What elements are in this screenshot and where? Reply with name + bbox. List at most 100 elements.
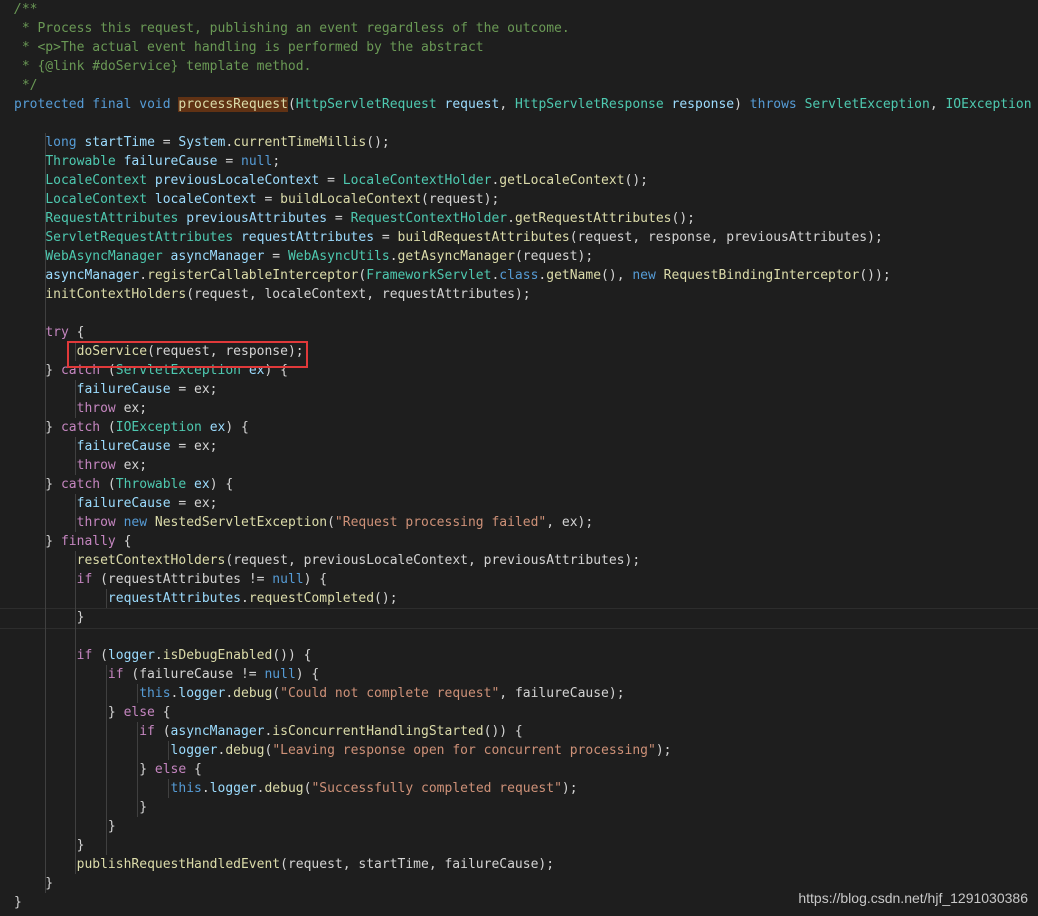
code-token: (request, response, previousAttributes); [569, 230, 883, 245]
code-line[interactable]: } [14, 874, 53, 893]
code-line[interactable]: if (requestAttributes != null) { [14, 570, 327, 589]
code-token: = [264, 249, 288, 264]
code-line[interactable]: throw ex; [14, 399, 147, 418]
code-token: throw [76, 458, 116, 473]
code-token: finally [60, 534, 116, 549]
code-line[interactable]: this.logger.debug("Could not complete re… [14, 684, 624, 703]
code-token: "Leaving response open for concurrent pr… [272, 743, 656, 758]
code-token: WebAsyncManager [45, 249, 163, 264]
code-line[interactable]: } catch (Throwable ex) { [14, 475, 233, 494]
code-token: previousAttributes [186, 211, 328, 226]
code-token: ServletException [804, 97, 930, 112]
code-line[interactable]: if (logger.isDebugEnabled()) { [14, 646, 312, 665]
code-line[interactable]: } [14, 608, 85, 627]
code-token: ( [327, 515, 335, 530]
code-line[interactable]: initContextHolders(request, localeContex… [14, 285, 530, 304]
code-token: getRequestAttributes [514, 211, 672, 226]
code-line[interactable]: } [14, 836, 85, 855]
code-line[interactable]: failureCause = ex; [14, 437, 218, 456]
code-token: logger [178, 686, 226, 701]
code-token: * {@link #doService} template method. [14, 59, 312, 74]
code-token: buildLocaleContext [280, 192, 422, 207]
code-line[interactable]: * Process this request, publishing an ev… [14, 19, 570, 38]
code-line[interactable]: } catch (IOException ex) { [14, 418, 249, 437]
code-token: long [45, 135, 77, 150]
code-line[interactable]: publishRequestHandledEvent(request, star… [14, 855, 554, 874]
code-line[interactable]: failureCause = ex; [14, 494, 218, 513]
code-line[interactable]: try { [14, 323, 84, 342]
code-token: requestAttributes [107, 591, 241, 606]
code-token: = ex; [170, 496, 218, 511]
code-line[interactable]: * {@link #doService} template method. [14, 57, 312, 76]
code-line[interactable]: logger.debug("Leaving response open for … [14, 741, 672, 760]
code-line[interactable]: asyncManager.registerCallableInterceptor… [14, 266, 890, 285]
code-token: throws [749, 97, 797, 112]
code-line[interactable]: } else { [14, 760, 202, 779]
code-token: previousLocaleContext [154, 173, 320, 188]
code-line[interactable]: WebAsyncManager asyncManager = WebAsyncU… [14, 247, 593, 266]
code-token: try [45, 325, 69, 340]
code-token: "Successfully completed request" [311, 781, 562, 796]
code-token: ()) { [483, 724, 523, 739]
code-token: RequestContextHolder [350, 211, 508, 226]
code-line[interactable]: this.logger.debug("Successfully complete… [14, 779, 578, 798]
code-token: protected [14, 97, 85, 112]
code-token: (request, startTime, failureCause); [280, 857, 555, 872]
code-line[interactable]: if (failureCause != null) { [14, 665, 319, 684]
code-line[interactable]: ServletRequestAttributes requestAttribut… [14, 228, 883, 247]
code-line[interactable]: } [14, 893, 22, 912]
code-token: { [68, 325, 85, 340]
code-line[interactable]: Throwable failureCause = null; [14, 152, 280, 171]
code-line[interactable]: LocaleContext localeContext = buildLocal… [14, 190, 499, 209]
code-token: ) { [303, 572, 328, 587]
code-token: null [264, 667, 296, 682]
code-line[interactable]: } else { [14, 703, 171, 722]
code-line[interactable]: resetContextHolders(request, previousLoc… [14, 551, 641, 570]
code-line[interactable]: } finally { [14, 532, 131, 551]
code-token: (); [624, 173, 649, 188]
code-line[interactable]: */ [14, 76, 38, 95]
code-token: . [139, 268, 148, 283]
code-token: (request); [421, 192, 500, 207]
code-line[interactable]: throw new NestedServletException("Reques… [14, 513, 594, 532]
code-line[interactable]: RequestAttributes previousAttributes = R… [14, 209, 695, 228]
code-line[interactable]: LocaleContext previousLocaleContext = Lo… [14, 171, 648, 190]
code-token: } [14, 762, 155, 777]
code-line[interactable]: requestAttributes.requestCompleted(); [14, 589, 398, 608]
code-token: ServletRequestAttributes [45, 230, 234, 245]
code-line[interactable]: failureCause = ex; [14, 380, 218, 399]
code-line[interactable]: protected final void processRequest(Http… [14, 95, 1038, 114]
code-token: Throwable [115, 477, 187, 492]
code-line[interactable]: * <p>The actual event handling is perfor… [14, 38, 484, 57]
code-token: = ex; [170, 382, 218, 397]
code-token: else [123, 705, 155, 720]
code-token: Throwable [45, 154, 116, 169]
code-token: ex; [115, 458, 148, 473]
code-line[interactable]: long startTime = System.currentTimeMilli… [14, 133, 389, 152]
code-token: request [444, 97, 500, 112]
code-editor[interactable]: /** * Process this request, publishing a… [0, 0, 1038, 916]
code-token: void [139, 97, 171, 112]
code-token: new [632, 268, 656, 283]
code-line[interactable]: } [14, 798, 147, 817]
code-token: } [14, 800, 148, 815]
code-line[interactable]: if (asyncManager.isConcurrentHandlingSta… [14, 722, 523, 741]
code-token: LocaleContext [45, 173, 148, 188]
code-line[interactable]: throw ex; [14, 456, 147, 475]
code-line[interactable]: /** [14, 0, 37, 19]
code-token: "Request processing failed" [334, 515, 547, 530]
code-line[interactable]: } [14, 817, 116, 836]
